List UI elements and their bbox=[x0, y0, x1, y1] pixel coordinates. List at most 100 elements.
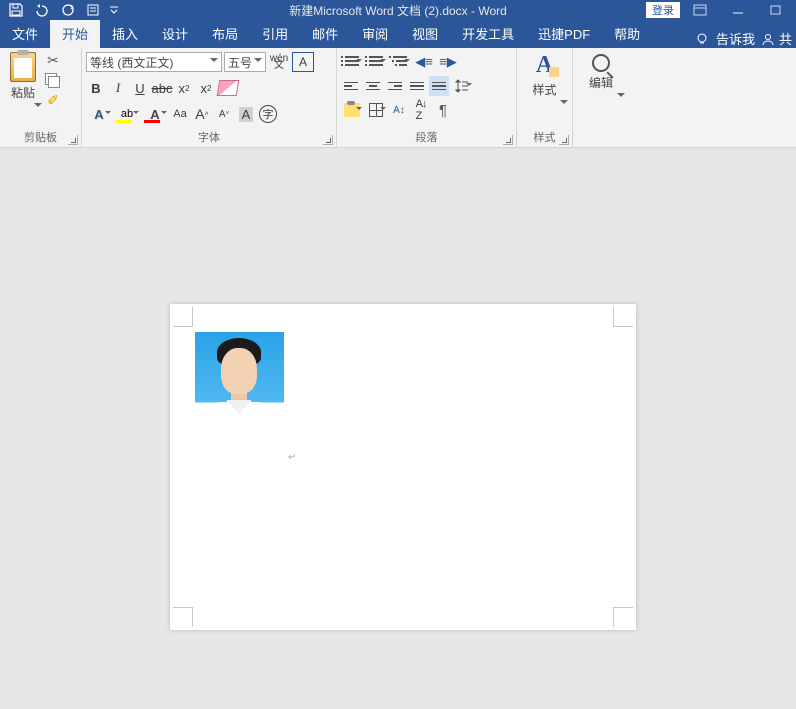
align-distribute-button[interactable] bbox=[429, 76, 449, 96]
tab-references[interactable]: 引用 bbox=[250, 20, 300, 48]
pilcrow-icon: ¶ bbox=[439, 102, 447, 119]
bullets-button[interactable] bbox=[341, 52, 363, 72]
document-area[interactable]: ↵ bbox=[0, 148, 796, 709]
sort-button[interactable]: A↓Z bbox=[411, 100, 431, 120]
maximize-icon[interactable] bbox=[758, 1, 794, 19]
multilevel-icon bbox=[393, 56, 407, 68]
tell-me[interactable]: 告诉我 bbox=[716, 29, 755, 48]
align-center-button[interactable] bbox=[363, 76, 383, 96]
highlight-button[interactable]: ab bbox=[114, 104, 140, 124]
chevron-down-icon bbox=[105, 111, 111, 114]
copy-icon bbox=[45, 73, 61, 87]
tab-layout[interactable]: 布局 bbox=[200, 20, 250, 48]
tab-view[interactable]: 视图 bbox=[400, 20, 450, 48]
undo-icon[interactable] bbox=[30, 1, 54, 19]
dialog-launcher-icon[interactable] bbox=[68, 135, 78, 145]
character-border-button[interactable]: A bbox=[292, 52, 314, 72]
paste-label: 粘贴 bbox=[11, 84, 35, 101]
document-title: 新建Microsoft Word 文档 (2).docx - Word bbox=[289, 2, 507, 19]
change-case-button[interactable]: Aa bbox=[170, 104, 190, 124]
tab-home[interactable]: 开始 bbox=[50, 20, 100, 48]
chevron-down-icon[interactable] bbox=[560, 100, 568, 108]
tab-review[interactable]: 审阅 bbox=[350, 20, 400, 48]
line-spacing-icon bbox=[455, 79, 469, 93]
share-button[interactable]: 共 bbox=[761, 29, 792, 48]
cut-button[interactable]: ✂ bbox=[44, 52, 62, 68]
char-shading-button[interactable]: A bbox=[236, 104, 256, 124]
enclose-char-button[interactable]: 字 bbox=[258, 104, 278, 124]
login-button[interactable]: 登录 bbox=[646, 2, 680, 18]
font-size-combo[interactable]: 五号 bbox=[224, 52, 266, 72]
paste-button[interactable]: 粘贴 bbox=[4, 50, 42, 111]
tab-design[interactable]: 设计 bbox=[150, 20, 200, 48]
dialog-launcher-icon[interactable] bbox=[503, 135, 513, 145]
font-name-combo[interactable]: 等线 (西文正文) bbox=[86, 52, 222, 72]
redo-icon[interactable] bbox=[56, 1, 80, 19]
decrease-indent-button[interactable]: ◀≡ bbox=[413, 52, 435, 72]
chevron-down-icon bbox=[34, 103, 42, 111]
text-effects-button[interactable]: A bbox=[86, 104, 112, 124]
inserted-image[interactable] bbox=[195, 332, 284, 460]
tab-pdf[interactable]: 迅捷PDF bbox=[526, 20, 602, 48]
person-icon bbox=[761, 32, 775, 46]
quick-access-toolbar bbox=[0, 1, 120, 19]
page[interactable]: ↵ bbox=[170, 304, 636, 630]
bold-button[interactable]: B bbox=[86, 78, 106, 98]
align-right-button[interactable] bbox=[385, 76, 405, 96]
chevron-down-icon[interactable] bbox=[617, 93, 625, 101]
chevron-down-icon bbox=[254, 58, 262, 66]
underline-button[interactable]: U bbox=[130, 78, 150, 98]
group-edit: 编辑 bbox=[573, 48, 629, 147]
copy-button[interactable] bbox=[44, 72, 62, 88]
show-marks-button[interactable]: ¶ bbox=[433, 100, 453, 120]
borders-button[interactable] bbox=[365, 100, 387, 120]
find-icon[interactable] bbox=[592, 54, 610, 72]
save-icon[interactable] bbox=[4, 1, 28, 19]
increase-indent-button[interactable]: ≡▶ bbox=[437, 52, 459, 72]
grow-font-button[interactable]: A˄ bbox=[192, 104, 212, 124]
format-painter-button[interactable]: ✐ bbox=[44, 92, 62, 108]
line-spacing-button[interactable] bbox=[451, 76, 473, 96]
qat-dropdown-icon[interactable] bbox=[108, 1, 120, 19]
align-left-button[interactable] bbox=[341, 76, 361, 96]
numbering-button[interactable] bbox=[365, 52, 387, 72]
border-icon bbox=[369, 103, 383, 117]
font-color-button[interactable]: A bbox=[142, 104, 168, 124]
ribbon-options-icon[interactable] bbox=[682, 1, 718, 19]
superscript-button[interactable]: x2 bbox=[196, 78, 216, 98]
group-label-paragraph: 段落 bbox=[337, 129, 516, 145]
tab-insert[interactable]: 插入 bbox=[100, 20, 150, 48]
shading-icon bbox=[344, 103, 360, 117]
shading-button[interactable] bbox=[341, 100, 363, 120]
title-bar: 新建Microsoft Word 文档 (2).docx - Word 登录 bbox=[0, 0, 796, 20]
group-font: 等线 (西文正文) 五号 wén文 A B I U abc x2 x2 A ab… bbox=[82, 48, 337, 147]
tab-help[interactable]: 帮助 bbox=[602, 20, 652, 48]
lightbulb-icon[interactable] bbox=[694, 31, 710, 47]
font-size-value: 五号 bbox=[228, 54, 252, 71]
dialog-launcher-icon[interactable] bbox=[323, 135, 333, 145]
text-direction-button[interactable]: A↕ bbox=[389, 100, 409, 120]
numbering-icon bbox=[369, 56, 383, 68]
tab-developer[interactable]: 开发工具 bbox=[450, 20, 526, 48]
photo-face bbox=[221, 348, 257, 394]
italic-button[interactable]: I bbox=[108, 78, 128, 98]
touch-mode-icon[interactable] bbox=[82, 1, 106, 19]
multilevel-button[interactable] bbox=[389, 52, 411, 72]
minimize-icon[interactable] bbox=[720, 1, 756, 19]
tab-mail[interactable]: 邮件 bbox=[300, 20, 350, 48]
strikethrough-button[interactable]: abc bbox=[152, 78, 172, 98]
styles-icon[interactable]: A bbox=[536, 52, 553, 79]
align-justify-button[interactable] bbox=[407, 76, 427, 96]
subscript-button[interactable]: x2 bbox=[174, 78, 194, 98]
paragraph-mark-icon: ↵ bbox=[288, 452, 296, 463]
styles-button-label: 样式 bbox=[532, 81, 556, 98]
clear-format-button[interactable] bbox=[218, 78, 238, 98]
bullets-icon bbox=[345, 56, 359, 68]
shrink-font-button[interactable]: A˅ bbox=[214, 104, 234, 124]
paste-icon bbox=[10, 52, 36, 82]
dialog-launcher-icon[interactable] bbox=[559, 135, 569, 145]
group-styles: A 样式 样式 bbox=[517, 48, 573, 147]
color-bar bbox=[144, 120, 160, 123]
tab-file[interactable]: 文件 bbox=[0, 20, 50, 48]
phonetic-guide-button[interactable]: wén文 bbox=[268, 52, 290, 72]
